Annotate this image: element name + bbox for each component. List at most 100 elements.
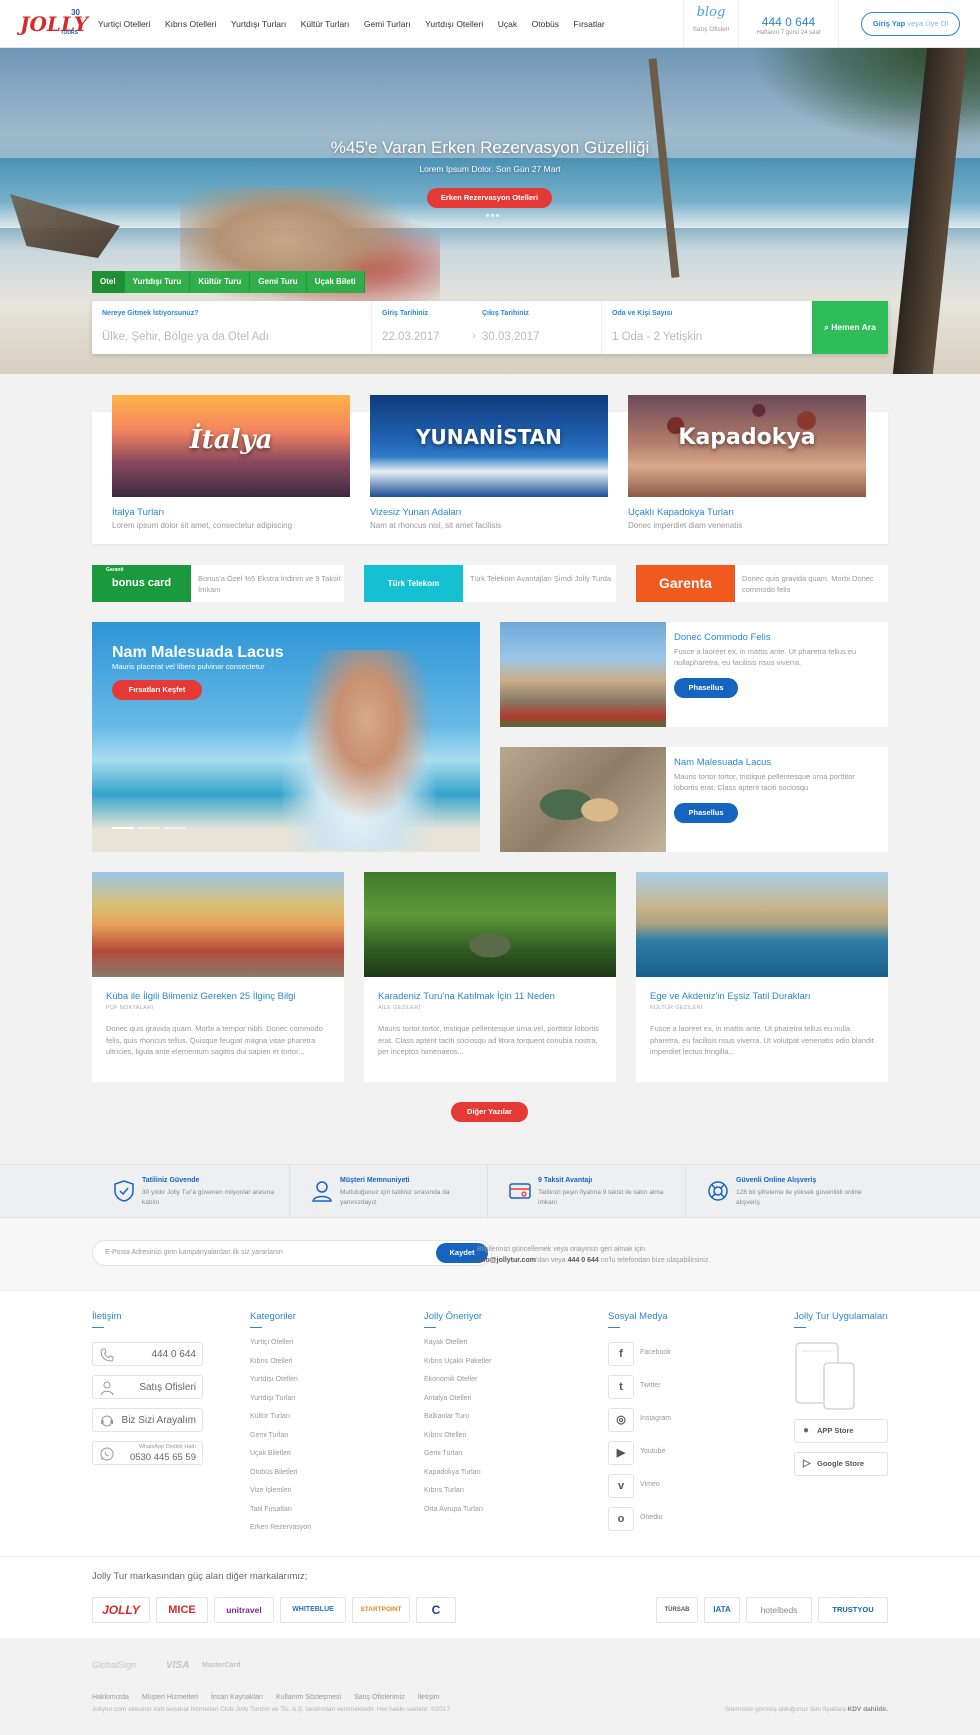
social-twitter[interactable]: t Twitter [608, 1375, 728, 1399]
footer-link[interactable]: Yurtdışı Otelleri [250, 1376, 311, 1395]
guests-field[interactable]: Oda ve Kişi Sayısı 1 Oda - 2 Yetişkin [602, 301, 822, 354]
slider-dot[interactable] [138, 827, 160, 829]
blog-title[interactable]: Karadeniz Turu'na Katılmak İçin 11 Neden [378, 991, 602, 1002]
brand-unitravel[interactable]: unitravel [214, 1597, 274, 1623]
social-instagram[interactable]: ◎ Instagram [608, 1408, 728, 1432]
checkin-input[interactable]: 22.03.2017 [382, 331, 440, 343]
contact-callback-box[interactable]: Biz Sizi Arayalım [92, 1408, 203, 1432]
brand-tursab[interactable]: TÜRSAB [656, 1597, 698, 1623]
bottom-link[interactable]: İnsan Kaynakları [211, 1694, 263, 1701]
newsletter-phone[interactable]: 444 0 644 [568, 1257, 599, 1264]
footer-link[interactable]: Orta Avrupa Turları [424, 1506, 491, 1525]
brand-mice[interactable]: MICE [156, 1597, 208, 1623]
footer-link[interactable]: Ekonomik Oteller [424, 1376, 491, 1395]
nav-yurtdisi-turlari[interactable]: Yurtdışı Turları [231, 19, 286, 29]
newsletter-email-input[interactable]: E-Posta Adresinizi girin kampanyalardan … [105, 1241, 283, 1265]
blog-title[interactable]: Küba ile İlgili Bilmeniz Gereken 25 İlgi… [106, 991, 330, 1002]
bottom-link[interactable]: İletişim [418, 1694, 440, 1701]
footer-link[interactable]: Kıbrıs Uçaklı Paketler [424, 1358, 491, 1377]
partner-turk-telekom[interactable]: Türk Telekom Türk Telekom Avantajları Şi… [364, 565, 616, 602]
brand-jolly[interactable]: JOLLY [92, 1597, 150, 1623]
blog-card[interactable]: Ege ve Akdeniz'in Eşsiz Tatil Durakları … [636, 872, 888, 1082]
bottom-link[interactable]: Satış Ofislerimiz [354, 1694, 405, 1701]
search-button[interactable]: ⌕ Hemen Ara [812, 301, 888, 354]
nav-yurtdisi-otelleri[interactable]: Yurtdışı Otelleri [425, 19, 483, 29]
footer-link[interactable]: Yurtiçi Otelleri [250, 1339, 311, 1358]
nav-otobus[interactable]: Otobüs [532, 19, 559, 29]
more-posts-button[interactable]: Diğer Yazılar [451, 1102, 528, 1122]
tab-yurtdisi-turu[interactable]: Yurtdışı Turu [124, 271, 191, 293]
footer-link[interactable]: Gemi Turları [424, 1450, 491, 1469]
nav-firsatlar[interactable]: Fırsatlar [574, 19, 605, 29]
contact-phone-box[interactable]: 444 0 644 [92, 1342, 203, 1366]
social-vimeo[interactable]: v Vimeo [608, 1474, 728, 1498]
footer-link[interactable]: Yurtdışı Turları [250, 1395, 311, 1414]
promo-card-title[interactable]: Nam Malesuada Lacus [674, 757, 771, 768]
brand-iata[interactable]: IATA [704, 1597, 740, 1623]
footer-link[interactable]: Balkanlar Turu [424, 1413, 491, 1432]
footer-link[interactable]: Kapadokya Turları [424, 1469, 491, 1488]
checkin-field[interactable]: Giriş Tarihiniz 22.03.2017 [372, 301, 472, 354]
app-store-button[interactable]: ● APP Store [794, 1419, 888, 1443]
slider-dot[interactable] [164, 827, 186, 829]
brand-whiteblue[interactable]: WHITEBLUE [280, 1597, 346, 1623]
destination-input[interactable]: Ülke, Şehir, Bölge ya da Otel Adı [102, 331, 269, 343]
destination-image-cappadocia[interactable]: Kapadokya [628, 395, 866, 497]
destination-image-greece[interactable]: YUNANİSTAN [370, 395, 608, 497]
blog-link[interactable]: blog Satış Ofisleri [683, 0, 739, 48]
nav-kultur-turlari[interactable]: Kültür Turları [301, 19, 350, 29]
footer-link[interactable]: Erken Rezervasyon [250, 1524, 311, 1543]
footer-link[interactable]: Gemi Turları [250, 1432, 311, 1451]
contact-whatsapp-box[interactable]: WhatsApp Destek Hattı 0530 445 65 59 [92, 1441, 203, 1465]
destination-card-greece[interactable]: YUNANİSTAN Vizesiz Yunan Adaları Nam at … [370, 395, 608, 530]
nav-yurtici-otelleri[interactable]: Yurtiçi Otelleri [98, 19, 150, 29]
destination-title[interactable]: İtalya Turları [112, 507, 350, 518]
brand-hotelbeds[interactable]: hotelbeds [746, 1597, 812, 1623]
promo-banner[interactable]: Nam Malesuada Lacus Mauris placerat vel … [92, 622, 480, 852]
discover-deals-button[interactable]: Fırsatları Keşfet [112, 680, 202, 700]
phasellus-button[interactable]: Phasellus [674, 803, 738, 823]
blog-card[interactable]: Küba ile İlgili Bilmeniz Gereken 25 İlgi… [92, 872, 344, 1082]
footer-link[interactable]: Uçak Biletleri [250, 1450, 311, 1469]
destination-title[interactable]: Uçaklı Kapadokya Turları [628, 507, 866, 518]
nav-kibris-otelleri[interactable]: Kıbrıs Otelleri [165, 19, 217, 29]
footer-link[interactable]: Otobüs Biletleri [250, 1469, 311, 1488]
footer-link[interactable]: Kültür Turları [250, 1413, 311, 1432]
blog-card[interactable]: Karadeniz Turu'na Katılmak İçin 11 Neden… [364, 872, 616, 1082]
destination-card-italy[interactable]: İtalya İtalya Turları Lorem ipsum dolor … [112, 395, 350, 530]
nav-gemi-turlari[interactable]: Gemi Turları [364, 19, 411, 29]
social-onedio[interactable]: o Onedio [608, 1507, 728, 1531]
contact-offices-box[interactable]: Satış Ofisleri [92, 1375, 203, 1399]
footer-link[interactable]: Kıbrıs Otelleri [250, 1358, 311, 1377]
footer-link[interactable]: Kıbrıs Otelleri [424, 1432, 491, 1451]
promo-card[interactable]: Donec Commodo Felis Fusce a laoreet ex, … [500, 622, 888, 727]
partner-bonus[interactable]: Garanti bonus card Bonus'a Özel %5 Ekstr… [92, 565, 344, 602]
tab-ucak-bileti[interactable]: Uçak Bileti [306, 271, 365, 293]
partner-garenta[interactable]: Garenta Donec quis gravida quam. Morbi D… [636, 565, 888, 602]
bottom-link[interactable]: Hakkımızda [92, 1694, 129, 1701]
hero-slider-dots[interactable] [486, 214, 501, 217]
nav-ucak[interactable]: Uçak [498, 19, 517, 29]
slider-dot[interactable] [496, 214, 499, 217]
guests-select[interactable]: 1 Oda - 2 Yetişkin [612, 331, 702, 343]
login-register-button[interactable]: Giriş Yap veya Üye Ol [861, 12, 960, 36]
phasellus-button[interactable]: Phasellus [674, 678, 738, 698]
tab-kultur-turu[interactable]: Kültür Turu [190, 271, 251, 293]
social-facebook[interactable]: f Facebook [608, 1342, 728, 1366]
google-store-button[interactable]: ▷ Google Store [794, 1452, 888, 1476]
footer-link[interactable]: Vize İşlemleri [250, 1487, 311, 1506]
slider-dot[interactable] [491, 214, 494, 217]
tab-otel[interactable]: Otel [92, 271, 125, 293]
footer-link[interactable]: Tatil Fırsatları [250, 1506, 311, 1525]
footer-link[interactable]: Kayak Otelleri [424, 1339, 491, 1358]
promo-slider-dots[interactable] [112, 827, 190, 829]
bottom-link[interactable]: Müşteri Hizmetleri [142, 1694, 198, 1701]
bottom-link[interactable]: Kullanım Sözleşmesi [276, 1694, 341, 1701]
blog-title[interactable]: Ege ve Akdeniz'in Eşsiz Tatil Durakları [650, 991, 874, 1002]
checkout-input[interactable]: 30.03.2017 [482, 331, 540, 343]
checkout-field[interactable]: Çıkış Tarihiniz 30.03.2017 [472, 301, 602, 354]
promo-card[interactable]: Nam Malesuada Lacus Mauris tortor tortor… [500, 747, 888, 852]
brand-c[interactable]: C [416, 1597, 456, 1623]
brand-trustyou[interactable]: TRUSTYOU [818, 1597, 888, 1623]
footer-link[interactable]: Kıbrıs Turları [424, 1487, 491, 1506]
